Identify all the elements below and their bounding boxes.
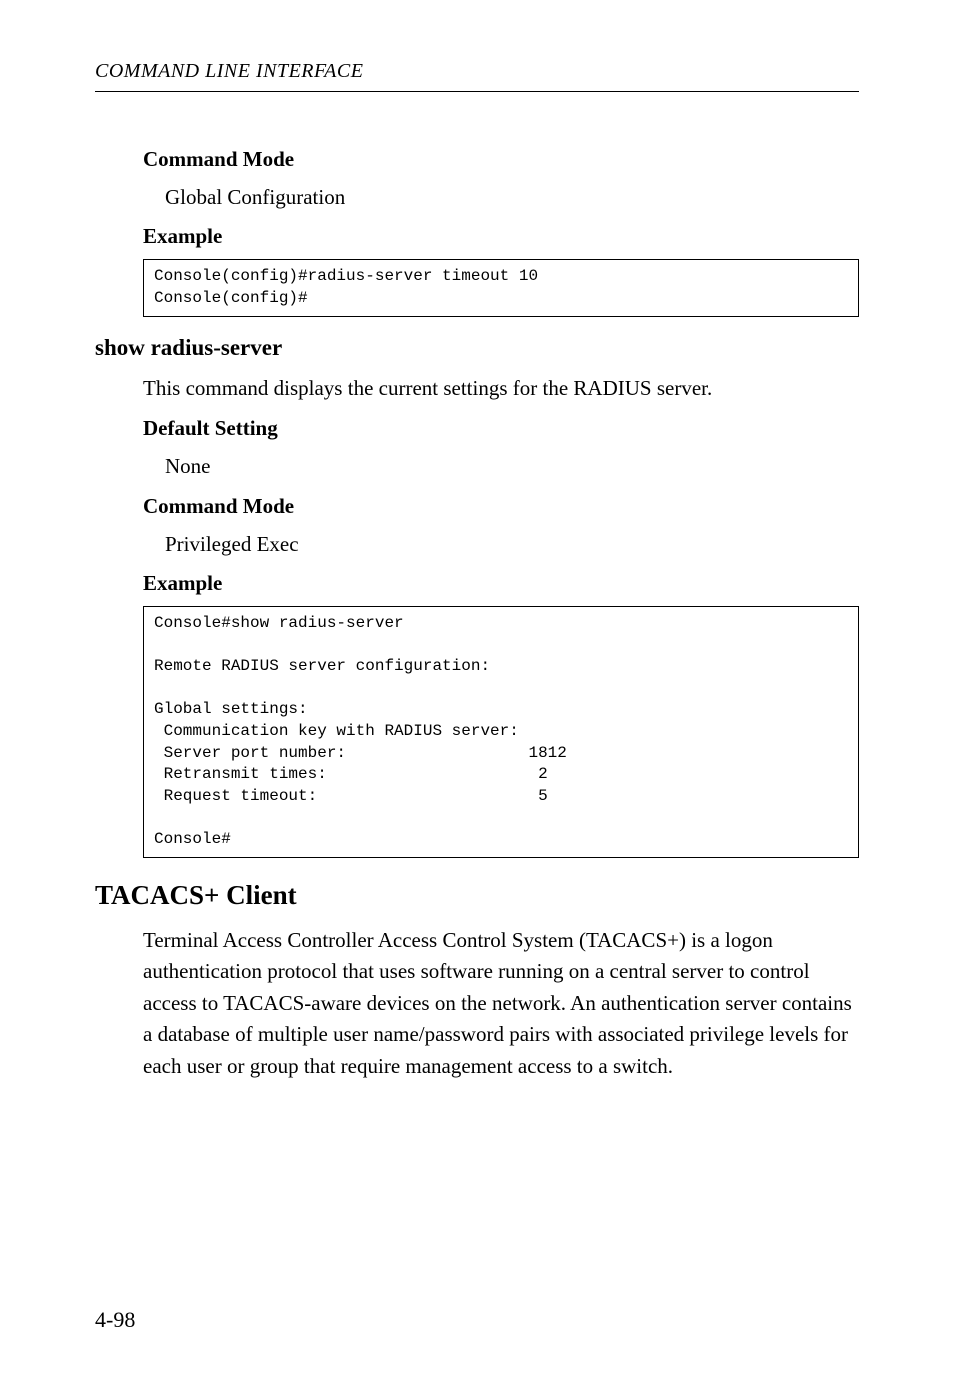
page-number: 4-98 (95, 1307, 135, 1333)
tacacs-client-heading: TACACS+ Client (95, 880, 859, 911)
tacacs-client-body: Terminal Access Controller Access Contro… (143, 925, 859, 1083)
show-radius-server-body: This command displays the current settin… (143, 373, 859, 405)
command-mode-heading-1: Command Mode (143, 147, 859, 172)
default-setting-body: None (165, 451, 859, 481)
command-mode-body-2: Privileged Exec (165, 529, 859, 559)
header-rule (95, 91, 859, 92)
example-heading-1: Example (143, 224, 859, 249)
example-heading-2: Example (143, 571, 859, 596)
page-header: COMMAND LINE INTERFACE (95, 60, 859, 83)
show-radius-server-heading: show radius-server (95, 335, 859, 361)
code-block-2: Console#show radius-server Remote RADIUS… (143, 606, 859, 858)
code-block-1: Console(config)#radius-server timeout 10… (143, 259, 859, 316)
command-mode-heading-2: Command Mode (143, 494, 859, 519)
default-setting-heading: Default Setting (143, 416, 859, 441)
command-mode-body-1: Global Configuration (165, 182, 859, 212)
